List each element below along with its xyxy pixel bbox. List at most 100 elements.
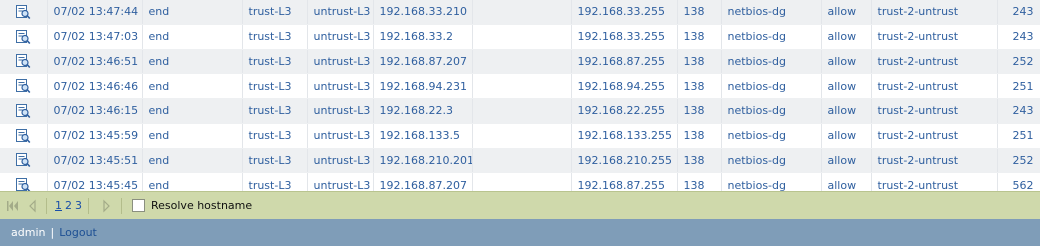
to-zone-cell[interactable]: untrust-L3 <box>307 123 374 149</box>
destination-port-cell[interactable]: 138 <box>677 24 722 50</box>
bytes-cell: 243 <box>997 0 1040 25</box>
source-address-cell[interactable]: 192.168.33.210 <box>373 0 473 25</box>
type-cell[interactable]: end <box>142 123 243 149</box>
log-detail-magnifier-icon[interactable] <box>0 73 48 99</box>
destination-address-cell[interactable]: 192.168.210.255 <box>571 148 678 174</box>
rule-cell[interactable]: trust-2-untrust <box>871 49 998 75</box>
type-cell[interactable]: end <box>142 24 243 50</box>
type-cell[interactable]: end <box>142 98 243 124</box>
receive-time-cell[interactable]: 07/02 13:47:44 <box>47 0 143 25</box>
receive-time-cell[interactable]: 07/02 13:46:15 <box>47 98 143 124</box>
rule-cell[interactable]: trust-2-untrust <box>871 0 998 25</box>
destination-address-cell[interactable]: 192.168.94.255 <box>571 73 678 99</box>
from-zone-cell[interactable]: trust-L3 <box>242 98 308 124</box>
source-address-cell[interactable]: 192.168.94.231 <box>373 73 473 99</box>
receive-time-cell[interactable]: 07/02 13:45:59 <box>47 123 143 149</box>
to-zone-cell[interactable]: untrust-L3 <box>307 148 374 174</box>
rule-cell[interactable]: trust-2-untrust <box>871 24 998 50</box>
bytes-cell: 243 <box>997 98 1040 124</box>
log-detail-magnifier-icon[interactable] <box>0 49 48 75</box>
bytes-cell: 251 <box>997 73 1040 99</box>
application-cell[interactable]: netbios-dg <box>721 148 822 174</box>
from-zone-cell[interactable]: trust-L3 <box>242 24 308 50</box>
log-detail-magnifier-icon[interactable] <box>0 98 48 124</box>
application-cell[interactable]: netbios-dg <box>721 49 822 75</box>
destination-port-cell[interactable]: 138 <box>677 123 722 149</box>
source-address-cell[interactable]: 192.168.33.2 <box>373 24 473 50</box>
destination-port-cell[interactable]: 138 <box>677 73 722 99</box>
receive-time-cell[interactable]: 07/02 13:45:51 <box>47 148 143 174</box>
action-cell[interactable]: allow <box>821 0 872 25</box>
destination-address-cell[interactable]: 192.168.33.255 <box>571 0 678 25</box>
to-zone-cell[interactable]: untrust-L3 <box>307 73 374 99</box>
receive-time-cell[interactable]: 07/02 13:46:51 <box>47 49 143 75</box>
page-link-2[interactable]: 2 <box>65 199 72 212</box>
action-cell[interactable]: allow <box>821 148 872 174</box>
table-row[interactable]: 07/02 13:47:03 end trust-L3 untrust-L3 192.1… <box>0 24 1040 50</box>
receive-time-cell[interactable]: 07/02 13:46:46 <box>47 73 143 99</box>
destination-address-cell[interactable]: 192.168.87.255 <box>571 49 678 75</box>
table-row[interactable]: 07/02 13:46:51 end trust-L3 untrust-L3 192.1… <box>0 49 1040 75</box>
destination-port-cell[interactable]: 138 <box>677 148 722 174</box>
from-zone-cell[interactable]: trust-L3 <box>242 0 308 25</box>
table-row[interactable]: 07/02 13:45:59 end trust-L3 untrust-L3 192.1… <box>0 123 1040 149</box>
prev-page-icon[interactable] <box>24 199 40 213</box>
rule-cell[interactable]: trust-2-untrust <box>871 73 998 99</box>
source-address-cell[interactable]: 192.168.22.3 <box>373 98 473 124</box>
destination-address-cell[interactable]: 192.168.133.255 <box>571 123 678 149</box>
application-cell[interactable]: netbios-dg <box>721 123 822 149</box>
to-zone-cell[interactable]: untrust-L3 <box>307 24 374 50</box>
type-cell[interactable]: end <box>142 148 243 174</box>
log-detail-magnifier-icon[interactable] <box>0 24 48 50</box>
application-cell[interactable]: netbios-dg <box>721 73 822 99</box>
destination-address-cell[interactable]: 192.168.33.255 <box>571 24 678 50</box>
source-address-cell[interactable]: 192.168.210.201 <box>373 148 473 174</box>
application-cell[interactable]: netbios-dg <box>721 24 822 50</box>
rule-cell[interactable]: trust-2-untrust <box>871 148 998 174</box>
type-cell[interactable]: end <box>142 0 243 25</box>
from-zone-cell[interactable]: trust-L3 <box>242 123 308 149</box>
type-cell[interactable]: end <box>142 49 243 75</box>
type-cell[interactable]: end <box>142 73 243 99</box>
next-page-icon[interactable] <box>99 199 115 213</box>
rule-cell[interactable]: trust-2-untrust <box>871 98 998 124</box>
action-cell[interactable]: allow <box>821 123 872 149</box>
destination-port-cell[interactable]: 138 <box>677 98 722 124</box>
application-cell[interactable]: netbios-dg <box>721 0 822 25</box>
from-zone-cell[interactable]: trust-L3 <box>242 49 308 75</box>
log-detail-magnifier-icon[interactable] <box>0 148 48 174</box>
source-user-cell <box>472 98 572 124</box>
source-user-cell <box>472 0 572 25</box>
action-cell[interactable]: allow <box>821 24 872 50</box>
table-row[interactable]: 07/02 13:46:15 end trust-L3 untrust-L3 192.1… <box>0 98 1040 124</box>
source-address-cell[interactable]: 192.168.87.207 <box>373 49 473 75</box>
from-zone-cell[interactable]: trust-L3 <box>242 73 308 99</box>
log-detail-magnifier-icon[interactable] <box>0 0 48 25</box>
logout-link[interactable]: Logout <box>59 226 97 239</box>
action-cell[interactable]: allow <box>821 98 872 124</box>
source-address-cell[interactable]: 192.168.133.5 <box>373 123 473 149</box>
page-link-1[interactable]: 1 <box>55 199 62 212</box>
first-page-icon[interactable] <box>4 199 20 213</box>
log-detail-magnifier-icon[interactable] <box>0 123 48 149</box>
destination-port-cell[interactable]: 138 <box>677 49 722 75</box>
rule-cell[interactable]: trust-2-untrust <box>871 123 998 149</box>
destination-port-cell[interactable]: 138 <box>677 0 722 25</box>
destination-address-cell[interactable]: 192.168.22.255 <box>571 98 678 124</box>
to-zone-cell[interactable]: untrust-L3 <box>307 98 374 124</box>
receive-time-cell[interactable]: 07/02 13:47:03 <box>47 24 143 50</box>
action-cell[interactable]: allow <box>821 49 872 75</box>
pager-divider <box>88 197 89 214</box>
from-zone-cell[interactable]: trust-L3 <box>242 148 308 174</box>
to-zone-cell[interactable]: untrust-L3 <box>307 0 374 25</box>
resolve-hostname-checkbox[interactable] <box>132 199 145 212</box>
action-cell[interactable]: allow <box>821 73 872 99</box>
pager-toolbar: 1 2 3 Resolve hostname <box>0 191 1040 219</box>
table-row[interactable]: 07/02 13:47:44 end trust-L3 untrust-L3 192.1… <box>0 0 1040 25</box>
resolve-hostname-option[interactable]: Resolve hostname <box>132 199 252 212</box>
page-link-3[interactable]: 3 <box>75 199 82 212</box>
to-zone-cell[interactable]: untrust-L3 <box>307 49 374 75</box>
table-row[interactable]: 07/02 13:45:51 end trust-L3 untrust-L3 192.1… <box>0 148 1040 174</box>
application-cell[interactable]: netbios-dg <box>721 98 822 124</box>
table-row[interactable]: 07/02 13:46:46 end trust-L3 untrust-L3 192.1… <box>0 73 1040 99</box>
